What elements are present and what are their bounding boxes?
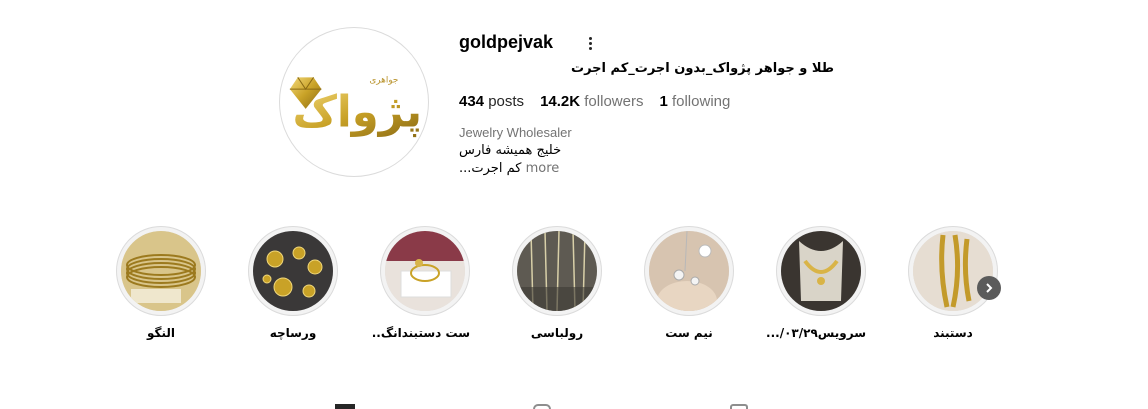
highlight-item[interactable]: النگو xyxy=(116,226,206,340)
more-link[interactable]: more xyxy=(526,161,560,176)
highlight-label: النگو xyxy=(146,326,176,340)
following-link[interactable]: 1 following xyxy=(659,93,730,110)
username[interactable]: goldpejvak xyxy=(459,32,553,53)
profile-stats: 434 posts 14.2K followers 1 following xyxy=(459,93,730,110)
highlight-cover-bangles xyxy=(121,231,201,311)
highlight-item[interactable]: نیم ست xyxy=(644,226,734,340)
highlight-cover-necklace-set xyxy=(781,231,861,311)
chevron-right-icon[interactable] xyxy=(977,276,1001,300)
highlight-label: سرویس۰۳/۲۹/... xyxy=(766,326,866,340)
full-name: طلا و جواهر پژواک_بدون اجرت_کم اجرت xyxy=(571,61,834,76)
tagged-icon[interactable] xyxy=(730,404,748,409)
posts-label: posts xyxy=(488,93,525,110)
highlight-item[interactable]: ست دستبندانگ.. xyxy=(371,226,470,340)
highlight-cover-coins xyxy=(253,231,333,311)
pejvak-logo: جواهری پژواک xyxy=(289,75,422,138)
more-options-icon[interactable] xyxy=(582,32,598,54)
bio-line-truncated: کم اجرت... more xyxy=(459,161,559,176)
profile-category: Jewelry Wholesaler xyxy=(459,125,572,140)
highlight-item[interactable]: ورساچه xyxy=(248,226,338,340)
bio-line: خلیج همیشه فارس xyxy=(459,143,562,158)
reels-icon[interactable] xyxy=(533,404,551,409)
posts-stat[interactable]: 434 posts xyxy=(459,93,524,110)
following-label: following xyxy=(671,93,731,110)
followers-link[interactable]: 14.2K followers xyxy=(540,93,643,110)
bio-text: کم اجرت... xyxy=(459,161,522,176)
highlight-label: دستبند xyxy=(933,326,973,340)
highlight-label: ورساچه xyxy=(269,326,317,340)
posts-count: 434 xyxy=(459,93,485,110)
highlight-cover-bracelet-set xyxy=(385,231,465,311)
highlight-label: ست دستبندانگ.. xyxy=(371,326,470,340)
highlight-item[interactable]: رولباسی xyxy=(512,226,602,340)
profile-avatar[interactable]: جواهری پژواک xyxy=(279,27,429,177)
highlight-label: نیم ست xyxy=(665,326,713,340)
logo-small-text: جواهری xyxy=(369,75,398,85)
following-count: 1 xyxy=(659,93,668,110)
followers-count: 14.2K xyxy=(540,93,581,110)
followers-label: followers xyxy=(584,93,644,110)
grid-icon[interactable] xyxy=(335,404,355,409)
highlight-label: رولباسی xyxy=(530,326,584,340)
highlight-item[interactable]: سرویس۰۳/۲۹/... xyxy=(766,226,866,340)
highlight-cover-chains xyxy=(517,231,597,311)
highlight-cover-half-set xyxy=(649,231,729,311)
highlight-cover-bracelet xyxy=(913,231,993,311)
logo-main-text: پژواک xyxy=(292,88,422,138)
